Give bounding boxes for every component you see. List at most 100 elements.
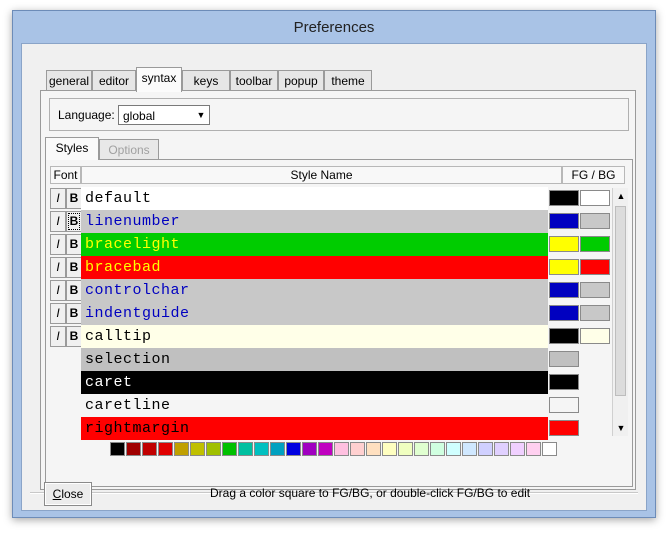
italic-button[interactable]: I <box>50 303 66 324</box>
scroll-up-icon[interactable]: ▲ <box>613 188 629 204</box>
bold-button[interactable]: B <box>66 257 82 278</box>
style-row-caret: caret <box>46 371 634 394</box>
style-list: I Bdefault I Blinenumber I Bbracelight I Bbrace… <box>46 187 634 440</box>
palette-swatch[interactable] <box>542 442 557 456</box>
palette-swatch[interactable] <box>254 442 269 456</box>
palette-swatch[interactable] <box>318 442 333 456</box>
italic-button[interactable]: I <box>50 211 66 232</box>
style-name[interactable]: indentguide <box>81 302 548 325</box>
scroll-thumb[interactable] <box>615 206 626 396</box>
language-select[interactable]: global ▼ <box>118 105 210 125</box>
italic-button[interactable]: I <box>50 257 66 278</box>
style-row-linenumber: I Blinenumber <box>46 210 634 233</box>
vertical-scrollbar[interactable]: ▲ ▼ <box>612 188 628 436</box>
bg-color-swatch[interactable] <box>549 420 579 436</box>
style-row-caretline: caretline <box>46 394 634 417</box>
bold-button[interactable]: B <box>66 326 82 347</box>
chevron-down-icon[interactable]: ▼ <box>194 107 208 123</box>
fg-color-swatch[interactable] <box>549 259 579 275</box>
subtab-styles[interactable]: Styles <box>45 137 99 160</box>
close-button[interactable]: Close <box>44 482 92 506</box>
tab-general[interactable]: general <box>46 70 92 92</box>
bold-button[interactable]: B <box>66 280 82 301</box>
palette-swatch[interactable] <box>142 442 157 456</box>
bold-button[interactable]: B <box>66 234 82 255</box>
palette-swatch[interactable] <box>382 442 397 456</box>
style-name[interactable]: selection <box>81 348 548 371</box>
palette-swatch[interactable] <box>110 442 125 456</box>
palette-swatch[interactable] <box>526 442 541 456</box>
bg-color-swatch[interactable] <box>580 213 610 229</box>
palette-swatch[interactable] <box>270 442 285 456</box>
palette-swatch[interactable] <box>414 442 429 456</box>
bg-color-swatch[interactable] <box>580 282 610 298</box>
scroll-down-icon[interactable]: ▼ <box>613 420 629 436</box>
style-name[interactable]: caret <box>81 371 548 394</box>
palette-swatch[interactable] <box>350 442 365 456</box>
fg-color-swatch[interactable] <box>549 328 579 344</box>
style-name[interactable]: linenumber <box>81 210 548 233</box>
bold-button[interactable]: B <box>66 211 82 232</box>
bg-color-swatch[interactable] <box>549 374 579 390</box>
style-row-rightmargin: rightmargin <box>46 417 634 440</box>
tab-editor[interactable]: editor <box>92 70 136 92</box>
language-label: Language: <box>58 108 115 122</box>
bold-button[interactable]: B <box>66 303 82 324</box>
style-name[interactable]: caretline <box>81 394 548 417</box>
bg-color-swatch[interactable] <box>580 190 610 206</box>
palette-swatch[interactable] <box>366 442 381 456</box>
palette-swatch[interactable] <box>222 442 237 456</box>
tab-popup[interactable]: popup <box>278 70 324 92</box>
bg-color-swatch[interactable] <box>580 236 610 252</box>
bg-color-swatch[interactable] <box>580 259 610 275</box>
italic-button[interactable]: I <box>50 188 66 209</box>
style-row-selection: selection <box>46 348 634 371</box>
palette-swatch[interactable] <box>174 442 189 456</box>
palette-swatch[interactable] <box>206 442 221 456</box>
bg-color-swatch[interactable] <box>580 305 610 321</box>
palette-swatch[interactable] <box>158 442 173 456</box>
palette-swatch[interactable] <box>190 442 205 456</box>
close-label-rest: lose <box>61 487 84 501</box>
italic-button[interactable]: I <box>50 326 66 347</box>
palette-swatch[interactable] <box>334 442 349 456</box>
bg-color-swatch[interactable] <box>549 351 579 367</box>
style-name[interactable]: default <box>81 187 548 210</box>
style-name[interactable]: bracebad <box>81 256 548 279</box>
style-name[interactable]: controlchar <box>81 279 548 302</box>
palette-swatch[interactable] <box>510 442 525 456</box>
bg-color-swatch[interactable] <box>549 397 579 413</box>
italic-button[interactable]: I <box>50 280 66 301</box>
header-fg-bg: FG / BG <box>562 166 625 184</box>
hint-text: Drag a color square to FG/BG, or double-… <box>210 486 531 500</box>
style-name[interactable]: rightmargin <box>81 417 548 440</box>
fg-color-swatch[interactable] <box>549 213 579 229</box>
palette-swatch[interactable] <box>478 442 493 456</box>
language-group: Language: global ▼ <box>49 98 629 131</box>
bold-button[interactable]: B <box>66 188 82 209</box>
palette-swatch[interactable] <box>398 442 413 456</box>
tab-keys[interactable]: keys <box>182 70 230 92</box>
bg-color-swatch[interactable] <box>580 328 610 344</box>
style-name[interactable]: calltip <box>81 325 548 348</box>
tab-syntax[interactable]: syntax <box>136 67 182 92</box>
tab-theme[interactable]: theme <box>324 70 372 92</box>
palette-swatch[interactable] <box>126 442 141 456</box>
fg-color-swatch[interactable] <box>549 305 579 321</box>
palette-swatch[interactable] <box>302 442 317 456</box>
palette-swatch[interactable] <box>286 442 301 456</box>
tab-toolbar[interactable]: toolbar <box>230 70 278 92</box>
palette-swatch[interactable] <box>238 442 253 456</box>
syntax-panel: Language: global ▼ Styles Options Font S… <box>40 90 636 490</box>
style-name[interactable]: bracelight <box>81 233 548 256</box>
fg-color-swatch[interactable] <box>549 236 579 252</box>
palette-swatch[interactable] <box>446 442 461 456</box>
palette-swatch[interactable] <box>494 442 509 456</box>
fg-color-swatch[interactable] <box>549 282 579 298</box>
style-row-calltip: I Bcalltip <box>46 325 634 348</box>
italic-button[interactable]: I <box>50 234 66 255</box>
fg-color-swatch[interactable] <box>549 190 579 206</box>
palette-swatch[interactable] <box>430 442 445 456</box>
palette-swatch[interactable] <box>462 442 477 456</box>
style-row-indentguide: I Bindentguide <box>46 302 634 325</box>
